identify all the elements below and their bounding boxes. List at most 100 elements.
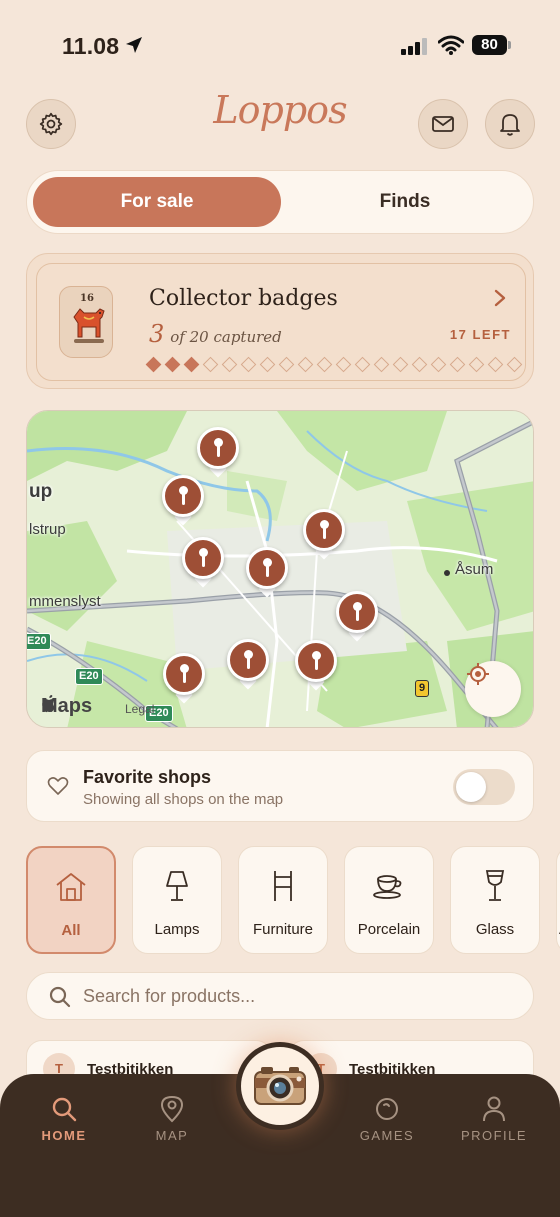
map-label: mmenslyst xyxy=(29,593,101,610)
heart-icon xyxy=(47,777,69,795)
map-pin-icon xyxy=(160,1095,184,1123)
legal-link[interactable]: Legal xyxy=(125,702,154,716)
search-icon xyxy=(52,1097,77,1122)
notifications-button[interactable] xyxy=(485,99,535,149)
camera-icon xyxy=(254,1067,306,1105)
home-icon xyxy=(56,873,86,901)
search-input[interactable] xyxy=(83,973,513,1019)
favorite-shops-title: Favorite shops xyxy=(83,767,212,787)
nav-games-label: GAMES xyxy=(359,1128,415,1143)
search-icon xyxy=(49,986,71,1008)
map-label: up xyxy=(29,481,53,502)
badge-empty-diamond xyxy=(354,356,370,372)
badge-empty-diamond xyxy=(316,356,332,372)
category-more[interactable]: A xyxy=(556,846,560,954)
settings-button[interactable] xyxy=(26,99,76,149)
category-label: Furniture xyxy=(252,921,314,938)
shop-pin[interactable] xyxy=(182,537,224,588)
location-arrow-icon xyxy=(126,37,142,53)
locate-me-button[interactable] xyxy=(465,661,521,717)
badge-captured-diamond xyxy=(145,356,161,372)
status-time: 11.08 xyxy=(62,33,120,59)
badge-empty-diamond xyxy=(430,356,446,372)
badge-image: 16 xyxy=(59,286,113,358)
shop-pin[interactable] xyxy=(162,475,204,526)
category-lamps[interactable]: Lamps xyxy=(132,846,222,954)
category-porcelain[interactable]: Porcelain xyxy=(344,846,434,954)
maps-attribution[interactable]: Maps xyxy=(41,695,92,718)
map-label: Åsum xyxy=(455,561,494,578)
battery-icon: 80 xyxy=(472,35,512,55)
category-furniture[interactable]: Furniture xyxy=(238,846,328,954)
badges-captured-label: of 20 captured xyxy=(170,328,282,346)
nav-profile-label: PROFILE xyxy=(460,1128,528,1143)
badges-title: Collector badges xyxy=(149,286,338,311)
mail-icon xyxy=(432,116,454,132)
apple-logo-icon xyxy=(42,695,55,713)
road-shield: 9 xyxy=(415,680,430,697)
shop-pin[interactable] xyxy=(295,640,337,691)
badge-empty-diamond xyxy=(297,356,313,372)
category-label: All xyxy=(61,922,81,939)
badges-captured-count: 3 xyxy=(149,320,165,348)
wine-glass-icon xyxy=(485,870,505,901)
badges-captured: 3 of 20 captured xyxy=(149,320,282,348)
favorite-shops-subtitle: Showing all shops on the map xyxy=(83,791,284,808)
shop-pin[interactable] xyxy=(227,639,269,690)
map-label: lstrup xyxy=(29,521,66,538)
badge-empty-diamond xyxy=(373,356,389,372)
favorite-shops-toggle[interactable] xyxy=(453,769,515,805)
bell-icon xyxy=(500,114,520,136)
badge-empty-diamond xyxy=(240,356,256,372)
road-shield: E20 xyxy=(75,668,103,685)
badges-remaining: 17 LEFT xyxy=(449,327,511,342)
badge-progress xyxy=(145,356,522,374)
crosshair-icon xyxy=(467,663,489,685)
nav-profile[interactable]: PROFILE xyxy=(444,1094,544,1143)
shop-pin[interactable] xyxy=(336,591,378,642)
favorite-shops-row: Favorite shops Showing all shops on the … xyxy=(26,750,534,822)
badge-empty-diamond xyxy=(221,356,237,372)
games-icon xyxy=(376,1098,398,1120)
camera-button[interactable] xyxy=(236,1042,324,1130)
nav-games[interactable]: GAMES xyxy=(337,1094,437,1143)
cellular-signal-icon xyxy=(401,38,427,55)
dala-horse-icon xyxy=(73,308,105,343)
badge-empty-diamond xyxy=(259,356,275,372)
nav-map[interactable]: MAP xyxy=(122,1094,222,1143)
teacup-icon xyxy=(373,875,402,899)
badge-empty-diamond xyxy=(487,356,503,372)
badge-empty-diamond xyxy=(202,356,218,372)
gear-icon xyxy=(39,112,63,136)
road-shield: E20 xyxy=(27,633,51,650)
wifi-icon xyxy=(438,35,464,55)
listing-mode-toggle: For sale Finds xyxy=(26,170,534,234)
badge-empty-diamond xyxy=(468,356,484,372)
app-logo: Loppos xyxy=(213,88,347,132)
shop-pin[interactable] xyxy=(163,653,205,704)
shop-map[interactable]: up lstrup mmenslyst Åsum E20 E20 E20 9 M… xyxy=(26,410,534,728)
messages-button[interactable] xyxy=(418,99,468,149)
badge-empty-diamond xyxy=(278,356,294,372)
tab-for-sale[interactable]: For sale xyxy=(33,177,281,227)
category-label: Porcelain xyxy=(357,921,421,938)
category-label: Glass xyxy=(475,921,515,938)
status-bar: 11.08 80 xyxy=(0,0,560,90)
badge-captured-diamond xyxy=(164,356,180,372)
category-glass[interactable]: Glass xyxy=(450,846,540,954)
battery-level: 80 xyxy=(472,35,507,55)
chair-icon xyxy=(274,871,292,901)
collector-badges-card[interactable]: 16 Collector badges 3 of 20 captured 17 L… xyxy=(26,253,534,389)
shop-pin[interactable] xyxy=(246,547,288,598)
category-all[interactable]: All xyxy=(26,846,116,954)
badge-empty-diamond xyxy=(335,356,351,372)
shop-pin[interactable] xyxy=(197,427,239,478)
badge-empty-diamond xyxy=(411,356,427,372)
badge-empty-diamond xyxy=(392,356,408,372)
lamp-icon xyxy=(166,871,188,901)
badge-captured-diamond xyxy=(183,356,199,372)
tab-finds[interactable]: Finds xyxy=(281,177,529,227)
badge-empty-diamond xyxy=(449,356,465,372)
nav-home[interactable]: HOME xyxy=(14,1094,114,1143)
shop-pin[interactable] xyxy=(303,509,345,560)
